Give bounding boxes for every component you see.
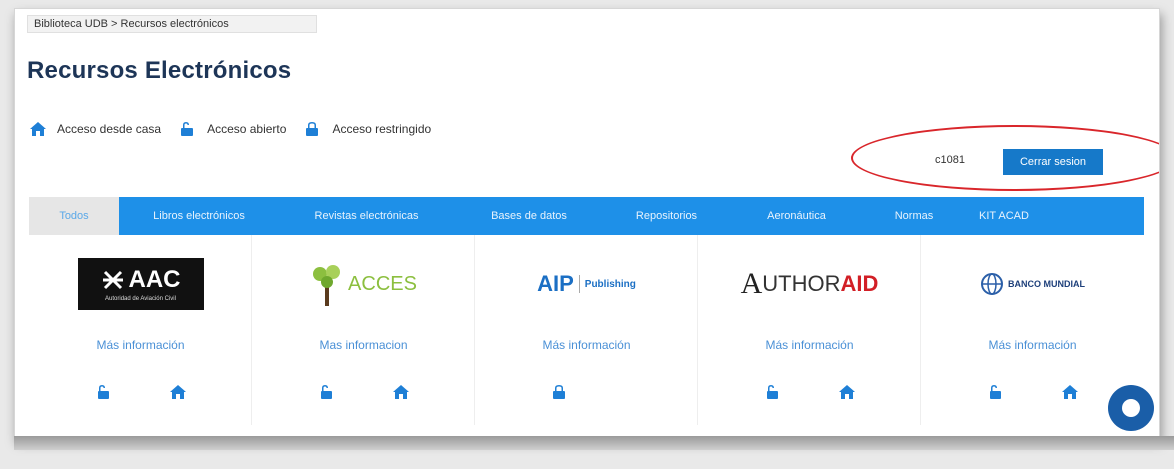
breadcrumb[interactable]: Biblioteca UDB > Recursos electrónicos bbox=[27, 15, 317, 33]
acces-logo-text: ACCES bbox=[348, 272, 417, 295]
acces-logo[interactable]: ACCES bbox=[252, 253, 475, 315]
page-title: Recursos Electrónicos bbox=[27, 57, 292, 84]
home-icon bbox=[29, 121, 47, 137]
aac-logo-subtitle: Autoridad de Aviación Civil bbox=[105, 296, 176, 302]
access-legend: Acceso desde casa Acceso abierto Acceso … bbox=[29, 121, 449, 137]
tab-repositorios[interactable]: Repositorios bbox=[604, 197, 729, 235]
aip-logo-text: AIP bbox=[537, 271, 574, 296]
aac-star-icon bbox=[102, 270, 123, 290]
unlock-icon bbox=[95, 383, 113, 401]
unlock-icon bbox=[764, 383, 782, 401]
more-info-link[interactable]: Mas informacion bbox=[252, 338, 475, 352]
tab-normas[interactable]: Normas bbox=[864, 197, 964, 235]
tab-bases-de-datos[interactable]: Bases de datos bbox=[454, 197, 604, 235]
unlock-icon bbox=[179, 121, 197, 137]
resource-card-authoraid: A UTHOR AID Más información bbox=[698, 235, 921, 425]
resource-card-acces: ACCES Mas informacion bbox=[252, 235, 475, 425]
aac-logo-text: AAC bbox=[128, 266, 181, 293]
legend-item-restricted: Acceso restringido bbox=[304, 121, 431, 137]
chat-button[interactable] bbox=[1108, 385, 1154, 431]
home-icon bbox=[392, 383, 410, 401]
more-info-link[interactable]: Más información bbox=[475, 338, 698, 352]
resource-grid: AAC Autoridad de Aviación Civil Más info… bbox=[29, 235, 1144, 425]
resource-card-aac: AAC Autoridad de Aviación Civil Más info… bbox=[29, 235, 252, 425]
legend-label: Acceso abierto bbox=[207, 122, 287, 136]
resource-card-aip: AIP Publishing Más información bbox=[475, 235, 698, 425]
unlock-icon bbox=[318, 383, 336, 401]
authoraid-logo-a: A bbox=[740, 267, 763, 300]
legend-item-home: Acceso desde casa bbox=[29, 121, 161, 137]
legend-item-open: Acceso abierto bbox=[179, 121, 286, 137]
tab-kit-acad[interactable]: KIT ACAD bbox=[964, 197, 1044, 235]
globe-icon bbox=[981, 273, 1003, 295]
authoraid-logo-aid: AID bbox=[840, 271, 879, 296]
authoraid-logo[interactable]: A UTHOR AID bbox=[698, 253, 921, 315]
tab-revistas[interactable]: Revistas electrónicas bbox=[279, 197, 454, 235]
tab-libros[interactable]: Libros electrónicos bbox=[119, 197, 279, 235]
bottom-shadow-bar bbox=[14, 436, 1174, 450]
more-info-link[interactable]: Más información bbox=[698, 338, 921, 352]
banco-mundial-logo[interactable]: BANCO MUNDIAL bbox=[921, 253, 1144, 315]
home-icon bbox=[1061, 383, 1079, 401]
legend-label: Acceso desde casa bbox=[57, 122, 162, 136]
page-frame: Biblioteca UDB > Recursos electrónicos R… bbox=[14, 8, 1160, 438]
aip-logo-tag: Publishing bbox=[584, 278, 636, 290]
legend-label: Acceso restringido bbox=[332, 122, 432, 136]
home-icon bbox=[838, 383, 856, 401]
unlock-icon bbox=[987, 383, 1005, 401]
category-tabs: Todos Libros electrónicos Revistas elect… bbox=[29, 197, 1144, 235]
chat-bubble-icon bbox=[1122, 399, 1140, 417]
aip-logo[interactable]: AIP Publishing bbox=[475, 253, 698, 315]
home-icon bbox=[169, 383, 187, 401]
highlight-annotation bbox=[851, 125, 1159, 191]
authoraid-logo-author: UTHOR bbox=[762, 271, 841, 296]
more-info-link[interactable]: Más información bbox=[29, 338, 252, 352]
tab-todos[interactable]: Todos bbox=[29, 197, 119, 235]
lock-icon bbox=[550, 383, 568, 401]
tab-aeronautica[interactable]: Aeronáutica bbox=[729, 197, 864, 235]
tree-icon bbox=[313, 265, 341, 306]
banco-mundial-logo-text: BANCO MUNDIAL bbox=[1008, 279, 1085, 289]
aac-logo[interactable]: AAC Autoridad de Aviación Civil bbox=[29, 253, 252, 315]
more-info-link[interactable]: Más información bbox=[921, 338, 1144, 352]
lock-icon bbox=[304, 121, 322, 137]
